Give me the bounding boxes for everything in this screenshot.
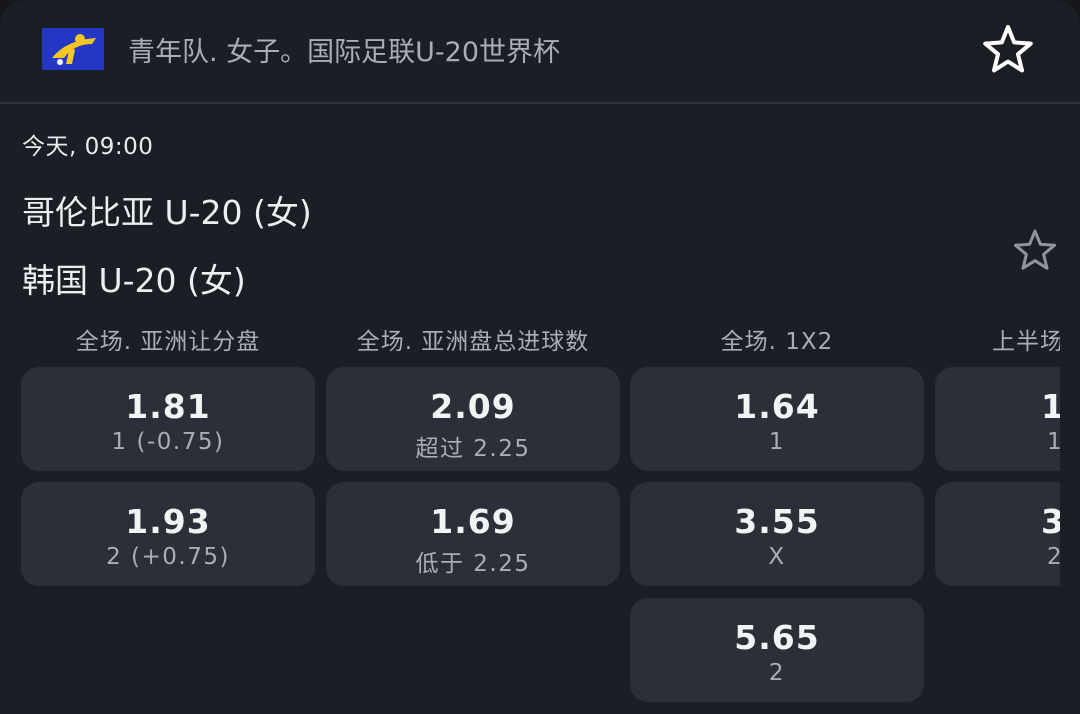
odds-button[interactable]: 1 1	[935, 367, 1060, 471]
market-title-first-half: 上半场	[992, 329, 1060, 355]
league-title: 青年队. 女子。国际足联U-20世界杯	[128, 37, 561, 68]
fifa-logo-icon	[42, 28, 104, 70]
odds-value: 3.55	[734, 502, 820, 541]
team-away[interactable]: 韩国 U-20 (女)	[22, 254, 246, 302]
odds-button[interactable]: 1.93 2 (+0.75)	[21, 482, 315, 586]
odds-button[interactable]: 1.69 低于 2.25	[326, 482, 620, 586]
market-title-asian-handicap: 全场. 亚洲让分盘	[75, 329, 261, 355]
odds-value: 3	[1041, 502, 1060, 541]
odds-button[interactable]: 1.64 1	[630, 367, 924, 471]
odds-label: 1	[1047, 429, 1060, 455]
odds-label: X	[768, 544, 786, 570]
odds-value: 5.65	[734, 618, 820, 657]
market-title-1x2: 全场. 1X2	[720, 329, 834, 355]
odds-label: 1	[768, 429, 786, 455]
odds-button[interactable]: 5.65 2	[630, 598, 924, 702]
odds-label: 2	[1047, 544, 1060, 570]
odds-label: 2	[768, 660, 786, 686]
odds-button[interactable]: 1.81 1 (-0.75)	[21, 367, 315, 471]
odds-label: 2 (+0.75)	[106, 544, 230, 570]
odds-value: 1	[1041, 387, 1060, 426]
event-card: 青年队. 女子。国际足联U-20世界杯 今天, 09:00 哥伦比亚 U-20 …	[0, 0, 1080, 714]
odds-button[interactable]: 3 2	[935, 482, 1060, 586]
match-time: 今天, 09:00	[22, 134, 154, 160]
odds-value: 1.64	[734, 387, 820, 426]
odds-value: 1.81	[125, 387, 211, 426]
team-home[interactable]: 哥伦比亚 U-20 (女)	[22, 186, 312, 234]
odds-value: 1.93	[125, 502, 211, 541]
odds-value: 2.09	[430, 387, 516, 426]
odds-button[interactable]: 3.55 X	[630, 482, 924, 586]
market-column-clipped: 上半场 1 1 3 2	[935, 0, 1060, 714]
odds-label: 1 (-0.75)	[111, 429, 225, 455]
odds-label: 超过 2.25	[415, 436, 531, 462]
odds-label: 低于 2.25	[415, 551, 531, 577]
odds-value: 1.69	[430, 502, 516, 541]
market-title-asian-total: 全场. 亚洲盘总进球数	[356, 329, 590, 355]
odds-button[interactable]: 2.09 超过 2.25	[326, 367, 620, 471]
league-header[interactable]: 青年队. 女子。国际足联U-20世界杯	[0, 0, 1080, 104]
